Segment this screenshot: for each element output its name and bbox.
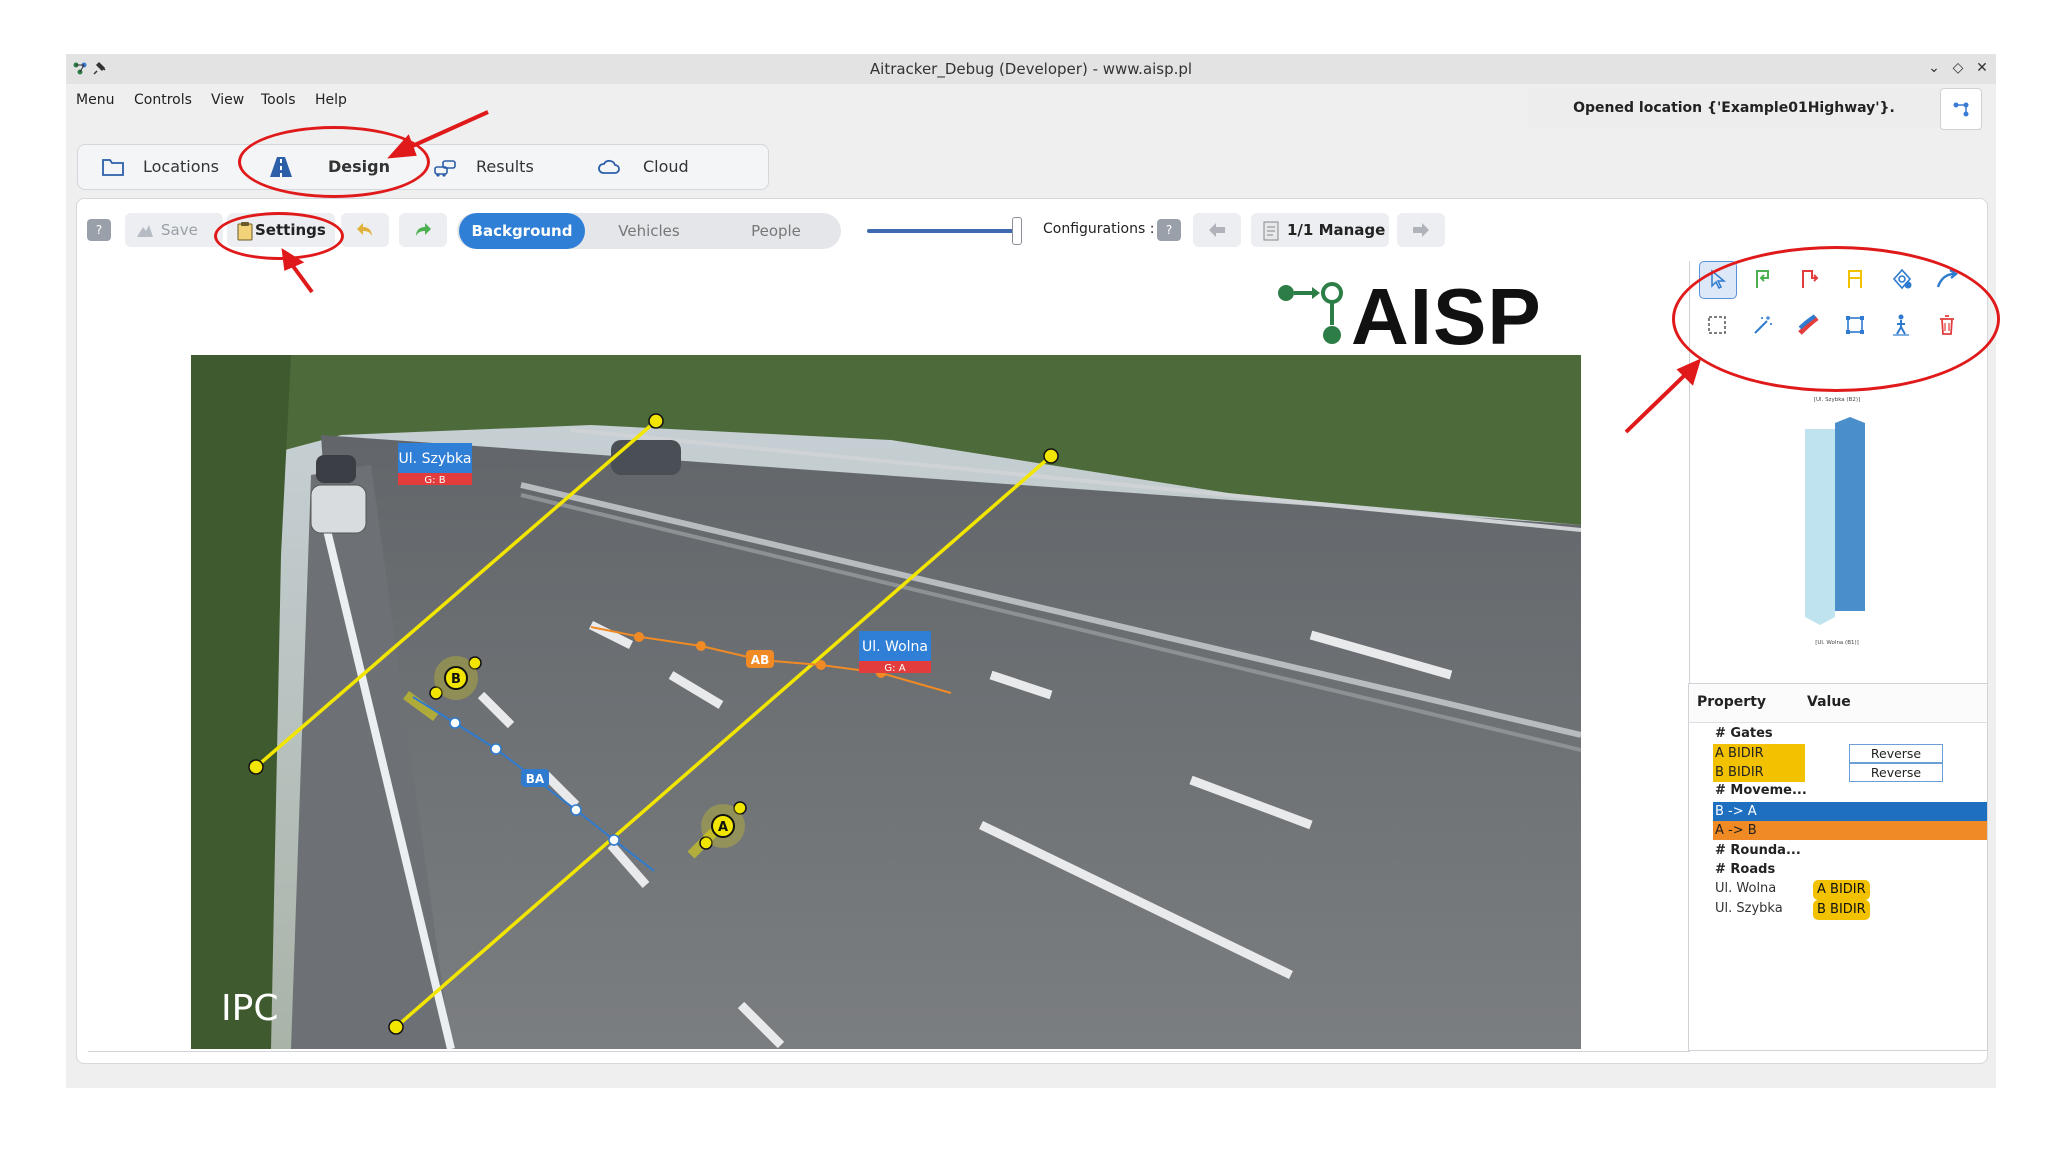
- annotation-arrows: [281, 110, 1702, 434]
- arrow-head-settings: [281, 248, 305, 271]
- arrow-design: [407, 110, 489, 150]
- arrow-tools: [1624, 370, 1690, 434]
- arrow-head-design: [387, 134, 417, 159]
